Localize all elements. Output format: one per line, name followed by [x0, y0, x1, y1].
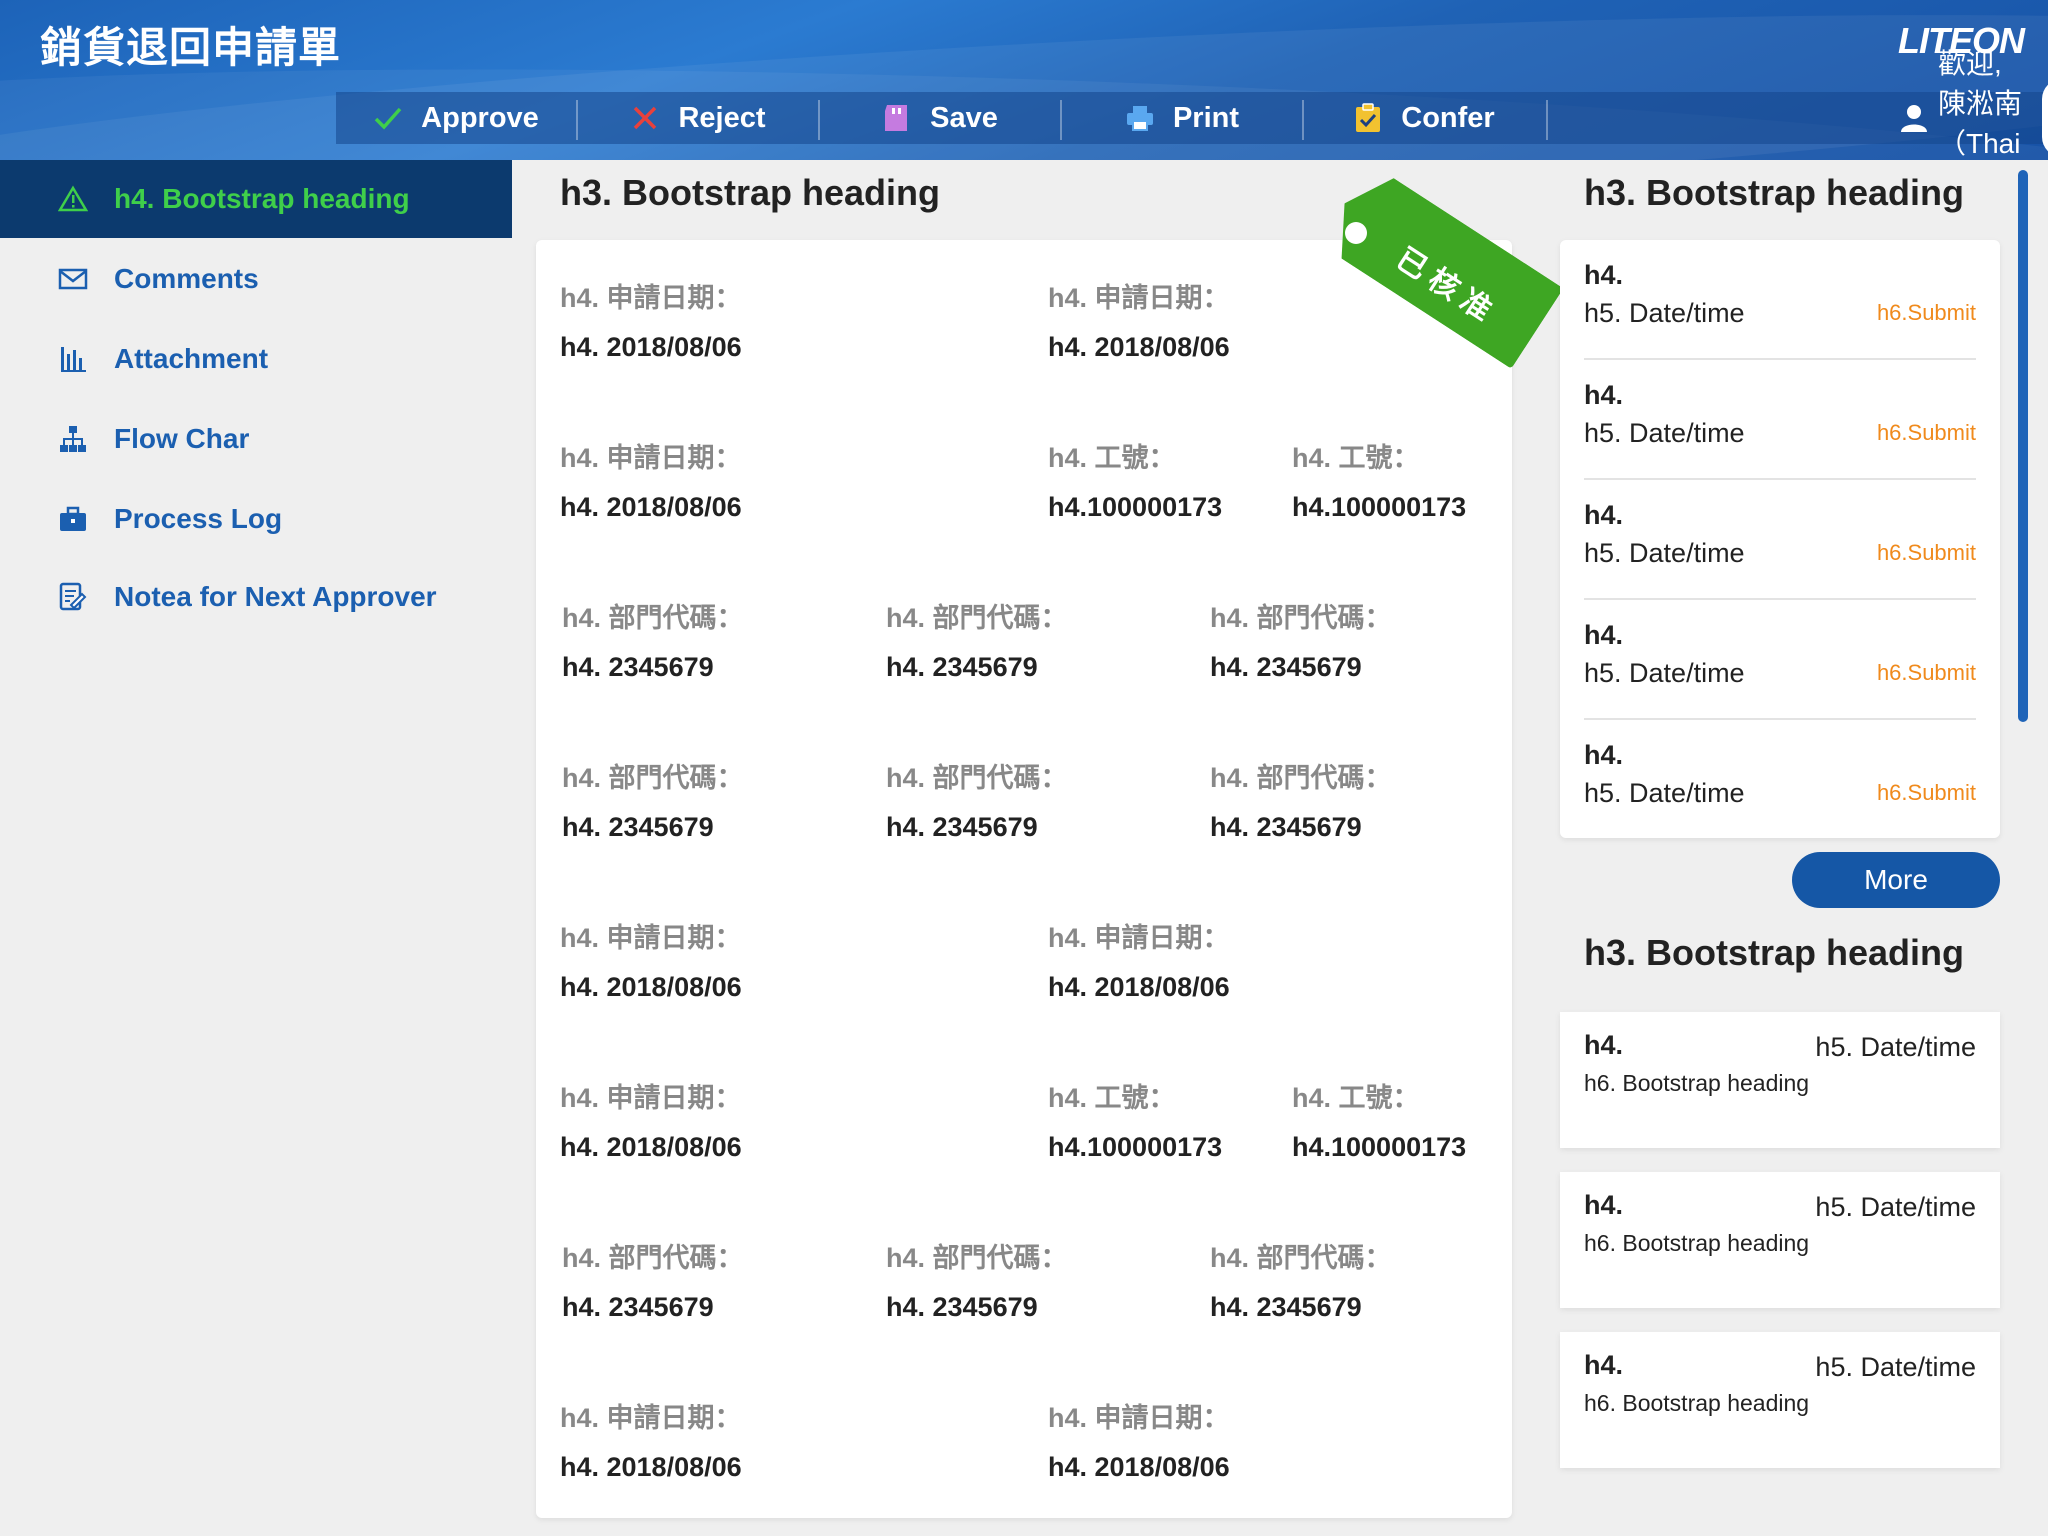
field-label: h4. 申請日期：	[560, 283, 742, 313]
field-label: h4. 申請日期：	[1048, 1403, 1230, 1433]
sidebar-item-bootstrap-heading[interactable]: h4. Bootstrap heading	[0, 160, 512, 238]
submit-status: h6.Submit	[1876, 540, 1976, 565]
field-value: h4.100000173	[1048, 492, 1223, 522]
warning-icon	[58, 184, 88, 214]
app-title: 銷貨退回申請單	[40, 24, 342, 71]
list-item[interactable]: h4. h5. Date/time h6.Submit	[1584, 480, 1976, 600]
field-label: h4. 申請日期：	[560, 1403, 742, 1433]
bar-chart-icon	[58, 344, 88, 374]
note-card[interactable]: h4. h5. Date/time h6. Bootstrap heading	[1560, 1332, 2000, 1468]
field-value: h4. 2345679	[1210, 652, 1362, 682]
field-value: h4. 2345679	[886, 812, 1038, 842]
submit-status: h6.Submit	[1876, 420, 1976, 445]
more-button[interactable]: More	[1792, 852, 2000, 908]
app-header: 銷貨退回申請單 LITEON Approve Reject Save Print…	[0, 0, 2048, 160]
field-label: h4. 申請日期：	[560, 923, 742, 953]
field-value: h4. 2018/08/06	[1048, 972, 1230, 1002]
field-value: h4. 2018/08/06	[560, 1452, 742, 1482]
field-label: h4. 部門代碼：	[886, 603, 1068, 633]
list-item[interactable]: h4. h5. Date/time h6.Submit	[1584, 240, 1976, 360]
note-card[interactable]: h4. h5. Date/time h6. Bootstrap heading	[1560, 1172, 2000, 1308]
field-value: h4. 2018/08/06	[560, 1132, 742, 1162]
print-button[interactable]: Print	[1062, 92, 1302, 144]
field-label: h4. 部門代碼：	[562, 1243, 744, 1273]
sidebar-item-flow-char[interactable]: Flow Char	[0, 400, 512, 478]
list-item[interactable]: h4. h5. Date/time h6.Submit	[1584, 720, 1976, 838]
field-value: h4.100000173	[1292, 1132, 1467, 1162]
field-value: h4. 2018/08/06	[560, 492, 742, 522]
sd-card-icon	[882, 103, 912, 133]
submit-status: h6.Submit	[1876, 780, 1976, 805]
sidebar-item-attachment[interactable]: Attachment	[0, 320, 512, 398]
logout-button[interactable]: 登出	[2042, 79, 2048, 157]
field-value: h4.100000173	[1048, 1132, 1223, 1162]
field-value: h4.100000173	[1292, 492, 1467, 522]
sidebar-item-process-log[interactable]: Process Log	[0, 480, 512, 558]
scrollbar[interactable]	[2018, 170, 2028, 722]
field-label: h4. 申請日期：	[1048, 283, 1230, 313]
clipboard-check-icon	[1353, 103, 1383, 133]
log-card: h4. h5. Date/time h6.Submit h4. h5. Date…	[1560, 240, 2000, 838]
sidebar: h4. Bootstrap heading Comments Attachmen…	[0, 160, 512, 1536]
confer-button[interactable]: Confer	[1304, 92, 1544, 144]
field-label: h4. 申請日期：	[560, 1083, 742, 1113]
field-label: h4. 部門代碼：	[886, 1243, 1068, 1273]
field-label: h4. 工號：	[1048, 1083, 1176, 1113]
toolbar: Approve Reject Save Print Confer 歡迎, 陳淞南…	[336, 48, 2048, 159]
tag-hole	[1345, 222, 1367, 244]
field-label: h4. 部門代碼：	[1210, 1243, 1392, 1273]
submit-status: h6.Submit	[1876, 660, 1976, 685]
field-value: h4. 2345679	[562, 652, 714, 682]
field-value: h4. 2345679	[886, 1292, 1038, 1322]
edit-note-icon	[58, 582, 88, 612]
save-button[interactable]: Save	[820, 92, 1060, 144]
field-label: h4. 工號：	[1292, 443, 1420, 473]
user-icon	[1900, 103, 1928, 133]
notes-title: h3. Bootstrap heading	[1584, 932, 1965, 973]
sidebar-item-comments[interactable]: Comments	[0, 240, 512, 318]
field-label: h4. 申請日期：	[560, 443, 742, 473]
printer-icon	[1125, 103, 1155, 133]
field-label: h4. 部門代碼：	[886, 763, 1068, 793]
field-value: h4. 2345679	[1210, 1292, 1362, 1322]
field-label: h4. 申請日期：	[1048, 923, 1230, 953]
check-icon	[373, 103, 403, 133]
field-value: h4. 2345679	[886, 652, 1038, 682]
submit-status: h6.Submit	[1876, 300, 1976, 325]
field-value: h4. 2345679	[562, 812, 714, 842]
field-value: h4. 2018/08/06	[1048, 332, 1230, 362]
field-value: h4. 2018/08/06	[1048, 1452, 1230, 1482]
sitemap-icon	[58, 424, 88, 454]
field-label: h4. 工號：	[1292, 1083, 1420, 1113]
list-item[interactable]: h4. h5. Date/time h6.Submit	[1584, 600, 1976, 720]
field-label: h4. 部門代碼：	[1210, 603, 1392, 633]
field-value: h4. 2345679	[1210, 812, 1362, 842]
user-info: 歡迎, 陳淞南（Thai Chen) 登出	[1900, 48, 2048, 159]
field-value: h4. 2345679	[562, 1292, 714, 1322]
field-label: h4. 部門代碼：	[562, 603, 744, 633]
approve-button[interactable]: Approve	[336, 92, 576, 144]
log-title: h3. Bootstrap heading	[1584, 172, 1965, 213]
field-label: h4. 部門代碼：	[1210, 763, 1392, 793]
form-card: h4. 申請日期： h4. 2018/08/06 h4. 申請日期： h4. 2…	[536, 240, 1512, 1518]
field-value: h4. 2018/08/06	[560, 332, 742, 362]
field-label: h4. 部門代碼：	[562, 763, 744, 793]
envelope-icon	[58, 264, 88, 294]
field-value: h4. 2018/08/06	[560, 972, 742, 1002]
briefcase-icon	[58, 504, 88, 534]
list-item[interactable]: h4. h5. Date/time h6.Submit	[1584, 360, 1976, 480]
sidebar-item-notes-for-next-approver[interactable]: Notea for Next Approver	[0, 558, 512, 636]
reject-button[interactable]: Reject	[578, 92, 818, 144]
main-title: h3. Bootstrap heading	[560, 172, 941, 213]
x-icon	[630, 103, 660, 133]
note-card[interactable]: h4. h5. Date/time h6. Bootstrap heading	[1560, 1012, 2000, 1148]
user-greeting: 歡迎, 陳淞南（Thai Chen)	[1938, 48, 2023, 159]
field-label: h4. 工號：	[1048, 443, 1176, 473]
